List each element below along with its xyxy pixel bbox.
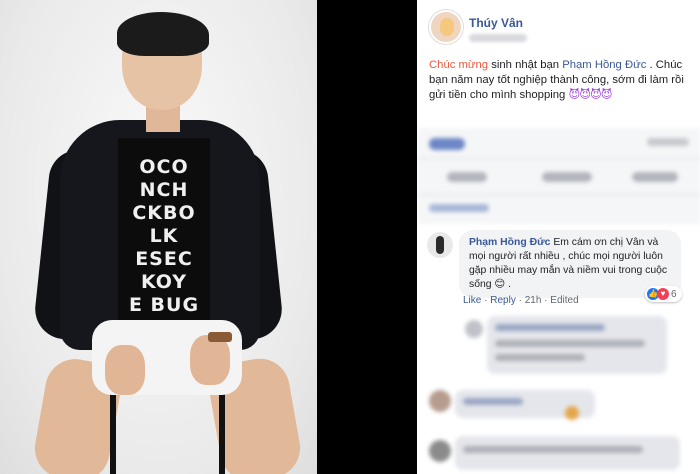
edited-label[interactable]: Edited <box>550 295 578 306</box>
photo-hair <box>117 12 209 56</box>
separator: · <box>481 295 491 306</box>
comment-actions: Like · Reply · 21h · Edited <box>463 295 579 306</box>
post-emoji: 😈😈😈😈 <box>568 89 612 101</box>
commenter-avatar[interactable] <box>427 232 453 258</box>
post-text-mid: sinh nhật bạn <box>488 59 563 71</box>
heart-reaction-icon: ♥ <box>657 288 669 300</box>
commenter-name[interactable]: Phạm Hồng Đức <box>469 237 550 248</box>
reactions-and-actions-bar-blurred <box>417 128 700 224</box>
separator: · <box>541 295 551 306</box>
post-text-highlight: Chúc mừng <box>429 59 489 71</box>
reaction-count: 6 <box>671 288 677 300</box>
photo-watch <box>208 332 232 342</box>
post-body: Chúc mừng sinh nhật bạn Phạm Hồng Đức . … <box>429 58 691 103</box>
other-comments-blurred <box>417 310 700 474</box>
divider-gap <box>317 0 417 474</box>
comment-reactions[interactable]: 👍 ♥ 6 <box>645 286 682 302</box>
facebook-post: Thúy Vân Chúc mừng sinh nhật bạn Phạm Hồ… <box>417 0 700 474</box>
photo-hand-left <box>105 345 145 395</box>
author-avatar[interactable] <box>429 10 463 44</box>
photo-hand-right <box>190 335 230 385</box>
post-author-name[interactable]: Thúy Vân <box>469 16 523 30</box>
post-timestamp-blurred <box>469 34 527 42</box>
post-photo[interactable]: OCO NCH CKBO LK ESEC KOY E BUG E OR <box>0 0 317 474</box>
comment-time[interactable]: 21h <box>525 295 542 306</box>
photo-shirt-print: OCO NCH CKBO LK ESEC KOY E BUG E OR <box>118 138 210 328</box>
reply-link[interactable]: Reply <box>490 295 516 306</box>
like-link[interactable]: Like <box>463 295 481 306</box>
separator: · <box>515 295 525 306</box>
tagged-user-link[interactable]: Phạm Hồng Đức <box>562 59 646 71</box>
